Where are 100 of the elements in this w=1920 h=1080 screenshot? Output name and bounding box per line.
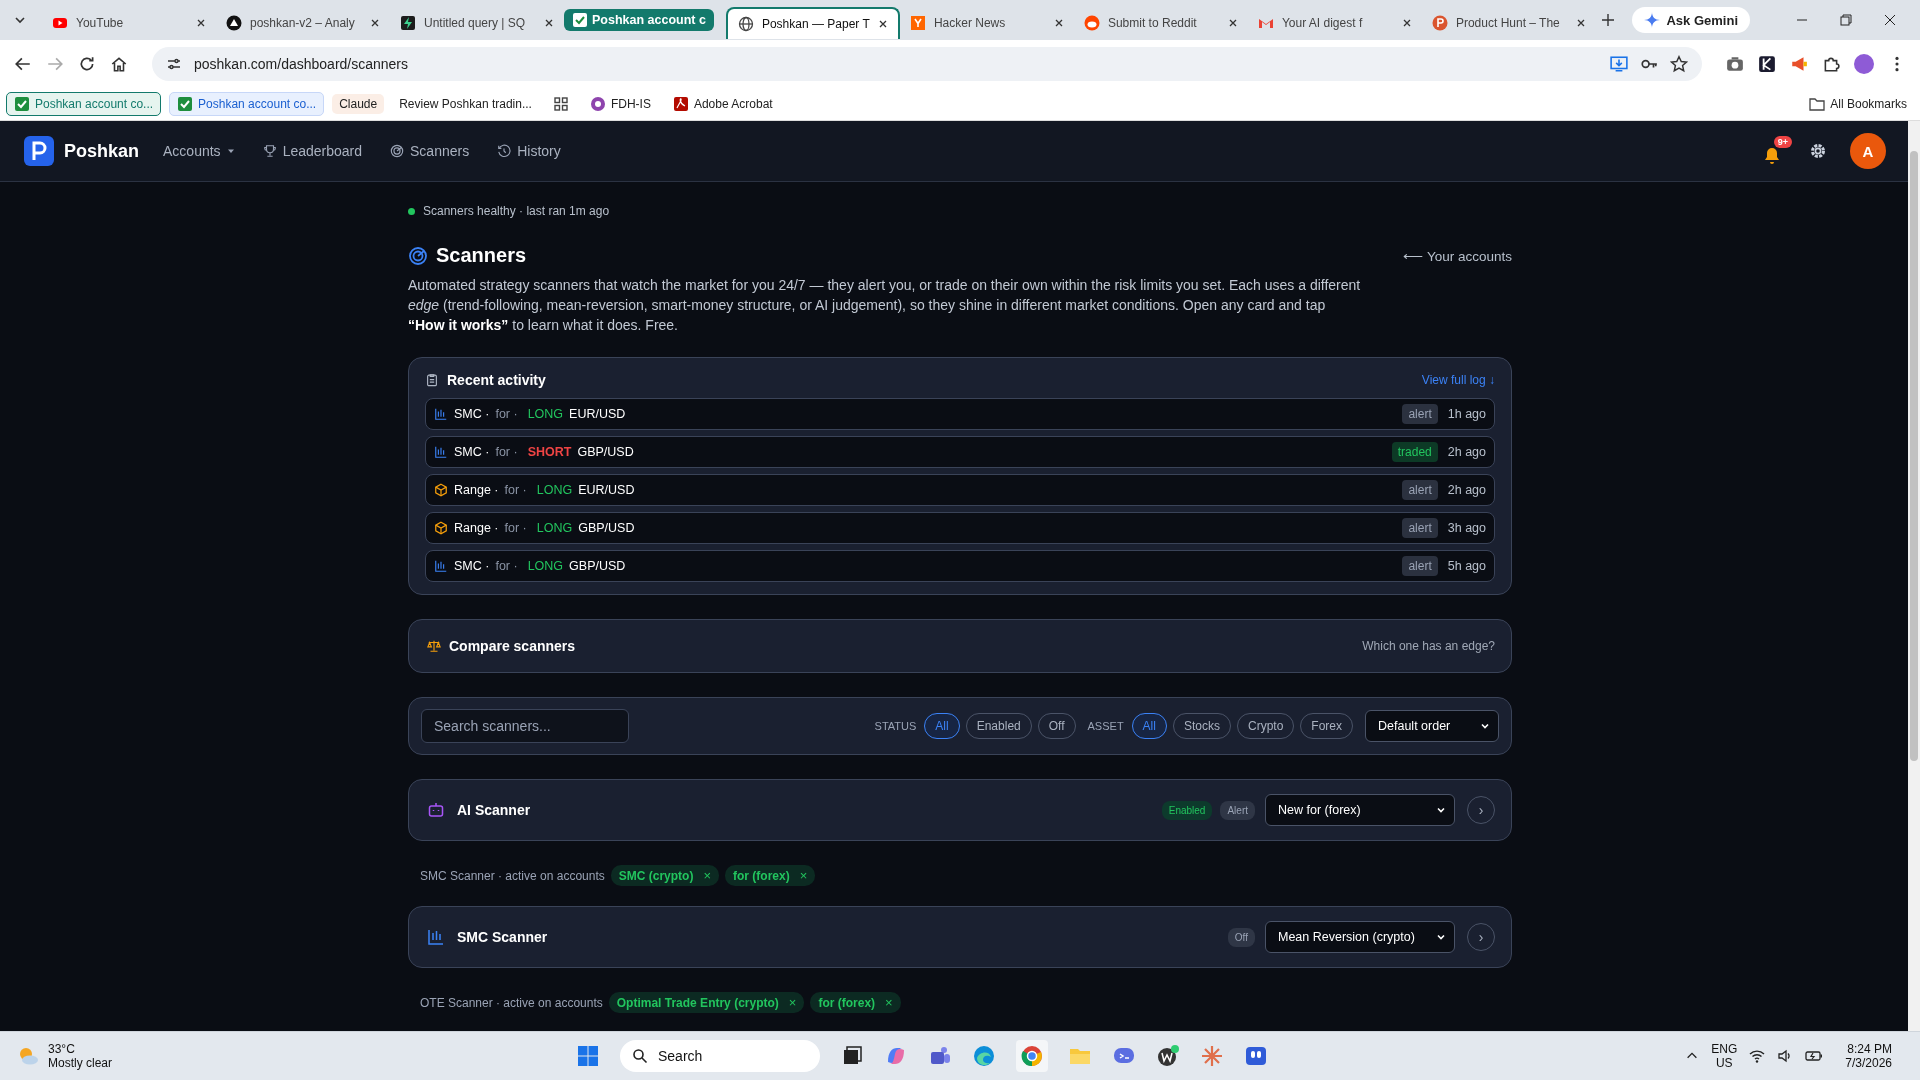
view-log-link[interactable]: View full log ↓ [1421,373,1495,387]
settings-icon[interactable] [1808,141,1828,161]
browser-tab[interactable]: Your AI digest f [1247,7,1422,39]
browser-tab[interactable]: Product Hunt – The [1421,7,1596,39]
activity-row[interactable]: SMC · for · LONG EUR/USD alert 1h ago [425,398,1495,430]
nav-link[interactable]: History [497,143,561,159]
browser-wave-icon[interactable] [972,1044,996,1068]
browser-tab[interactable]: Submit to Reddit [1073,7,1248,39]
nav-link[interactable]: Scanners [390,143,470,159]
megaphone-icon[interactable] [1790,55,1808,73]
gemini-button[interactable]: Ask Gemini [1632,7,1750,33]
nav-link[interactable]: Accounts [163,143,235,159]
k-logo-icon[interactable] [1758,55,1776,73]
account-label: for · [495,407,518,421]
address-field[interactable]: poshkan.com/dashboard/scanners [152,47,1702,81]
activity-row[interactable]: Range · for · LONG GBP/USD alert 3h ago [425,512,1495,544]
new-tab-icon[interactable] [1599,12,1616,28]
account-chip: for (forex) × [810,992,901,1013]
language-indicator[interactable]: ENG US [1711,1042,1738,1070]
strategy-name: SMC · [454,559,490,573]
w-app-icon[interactable] [1156,1044,1180,1068]
taskbar-app[interactable] [1016,1040,1048,1072]
home-icon[interactable] [110,55,128,73]
browser-tab[interactable]: poshkan-v2 – Analy [216,7,390,39]
activity-row[interactable]: SMC · for · LONG GBP/USD alert 5h ago [425,550,1495,582]
close-icon[interactable] [1575,18,1586,28]
windows-start-icon[interactable] [576,1044,600,1068]
bookmark[interactable]: Adobe Acrobat [665,93,780,115]
profile-avatar[interactable] [1854,54,1874,74]
strategy-dropdown[interactable]: Mean Reversion (crypto) [1265,921,1455,953]
brand-logo-icon[interactable] [24,136,54,166]
remove-button[interactable]: × [885,995,893,1010]
currency-pair: GBP/USD [569,559,626,573]
notifications-button[interactable]: 9+ [1762,136,1792,166]
time-ago: 2h ago [1447,445,1486,459]
bookmark[interactable]: FDH-IS [582,93,658,115]
page-description: Automated strategy scanners that watch the market for you 24/7 — they alert you, or trade on their own within the risk limits you set. Each uses a different edge (trend-following, mean-reversion, smart-money structure, or AI judgement), so they shine in different market conditions. Open any card and tap “How it works” to learn what it does. Free. [408,276,1362,335]
close-icon[interactable] [370,18,380,28]
filter-pill[interactable]: All [924,713,960,739]
scanner-card[interactable]: AI Scanner Enabled Alert New for (forex) › [408,779,1512,841]
wifi-icon[interactable] [1749,1048,1766,1064]
close-icon[interactable] [1882,12,1898,28]
nav-link[interactable]: Leaderboard [262,143,363,159]
activity-row[interactable]: SMC · for · SHORT GBP/USD traded 2h ago [425,436,1495,468]
scrollbar[interactable] [1908,121,1920,1031]
taskbar-search[interactable]: Search [620,1040,820,1072]
compare-panel[interactable]: Compare scanners Which one has an edge? [408,619,1512,673]
filter-pill[interactable]: All [1131,713,1167,739]
activity-row[interactable]: Range · for · LONG EUR/USD alert 2h ago [425,474,1495,506]
notification-count: 9+ [1773,136,1792,148]
browser-tab[interactable]: Poshkan — Paper T [725,7,900,39]
time-ago: 3h ago [1447,521,1486,535]
restore-icon[interactable] [1838,12,1854,28]
strategy-dropdown[interactable]: New for (forex) [1265,794,1455,826]
close-icon[interactable] [196,18,206,28]
install-icon[interactable] [1610,55,1628,73]
back-link[interactable]: ⟵ Your accounts [1403,247,1512,264]
remove-button[interactable]: × [788,995,797,1010]
user-avatar[interactable]: A [1850,133,1886,169]
close-icon[interactable] [544,18,554,28]
close-icon[interactable] [877,19,888,29]
trade-direction: LONG [527,407,564,421]
star-icon[interactable] [1670,55,1688,73]
brand-name[interactable]: Poshkan [64,140,140,162]
chevron-icon [1480,721,1490,731]
scanner-card[interactable]: SMC Scanner Off Mean Reversion (crypto) › [408,906,1512,968]
close-icon[interactable] [1053,18,1064,28]
chart-icon [434,407,448,421]
back-icon[interactable] [14,55,32,73]
time-ago: 5h ago [1447,559,1486,573]
remove-button[interactable]: × [799,868,808,883]
search-field[interactable]: Search scanners... [421,709,629,743]
clock[interactable]: 8:24 PM 7/3/2026 [1845,1042,1892,1070]
bookmark-group[interactable]: Poshkan account co... [6,92,162,116]
history-icon [497,144,512,158]
asterisk-icon[interactable] [1200,1044,1224,1068]
apps-grid-icon[interactable] [552,96,569,112]
puzzle-icon[interactable] [1822,55,1840,73]
account-label: for · [495,445,518,459]
app-tile-icon[interactable] [1244,1044,1268,1068]
panel-title: Recent activity [447,372,546,388]
site-settings-icon[interactable] [166,56,182,72]
bookmark-group[interactable]: Poshkan account co... [169,92,325,116]
remove-button[interactable]: × [703,868,712,883]
browser-tab[interactable]: Untitled query | SQ [390,7,564,39]
bookmark[interactable]: Review Poshkan tradin... [392,94,539,114]
tab-group[interactable]: Poshkan account c [564,9,714,31]
all-bookmarks-button[interactable]: All Bookmarks [1802,93,1914,115]
close-icon[interactable] [1227,18,1238,28]
page-title: Scanners [436,244,527,267]
camera-icon[interactable] [1726,55,1744,73]
status-tag: alert [1402,480,1438,500]
close-icon[interactable] [1401,18,1412,28]
browser-tab[interactable]: YouTube [42,7,216,39]
status-tag: alert [1402,556,1438,576]
bookmark[interactable]: Claude [332,94,385,114]
reload-icon[interactable] [78,55,96,73]
browser-tab[interactable]: Hacker News [899,7,1074,39]
circle-logo-icon [589,96,606,112]
sort-dropdown[interactable]: Default order [1365,710,1499,742]
